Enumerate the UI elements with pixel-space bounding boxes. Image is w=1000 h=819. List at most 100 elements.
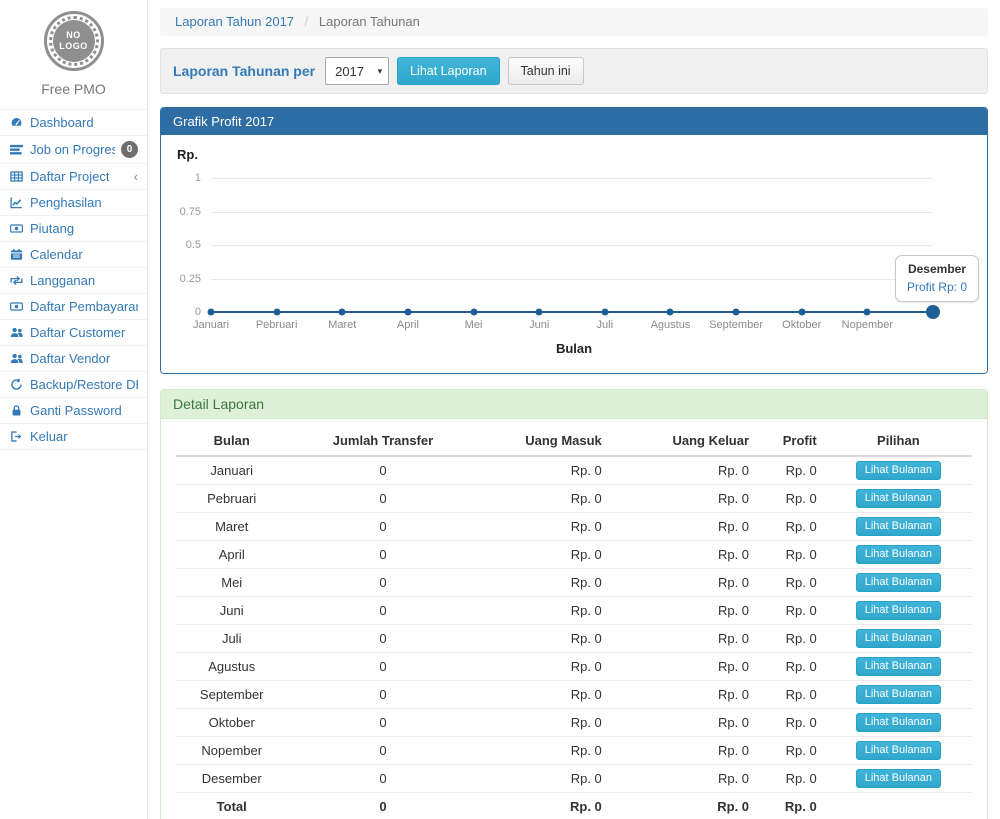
sidebar-item-label: Calendar: [30, 247, 83, 262]
view-monthly-button-agustus[interactable]: Lihat Bulanan: [856, 657, 941, 676]
cell-jumlah-transfer: 0: [287, 709, 478, 737]
filter-label: Laporan Tahunan per: [173, 63, 315, 79]
sidebar-item-label: Daftar Project: [30, 169, 109, 184]
view-monthly-button-juli[interactable]: Lihat Bulanan: [856, 629, 941, 648]
sidebar-item-backup-restore-db[interactable]: Backup/Restore DB: [0, 372, 147, 398]
breadcrumb: Laporan Tahun 2017 / Laporan Tahunan: [160, 8, 988, 36]
sign-out-icon: [9, 430, 24, 443]
cell-jumlah-transfer: 0: [287, 541, 478, 569]
cell-pilihan: Lihat Bulanan: [825, 456, 972, 485]
chart-tooltip: Desember Profit Rp: 0: [895, 255, 979, 302]
main-layout: NO LOGO Free PMO DashboardJob on Progres…: [0, 0, 1000, 819]
cell-profit: Rp. 0: [757, 569, 825, 597]
view-monthly-button-pebruari[interactable]: Lihat Bulanan: [856, 489, 941, 508]
cell-uang-masuk: Rp. 0: [478, 541, 609, 569]
cell-uang-keluar: Rp. 0: [610, 456, 757, 485]
table-row-pebruari: Pebruari0Rp. 0Rp. 0Rp. 0Lihat Bulanan: [176, 485, 972, 513]
report-filter-bar: Laporan Tahunan per 2017 ▾ Lihat Laporan…: [160, 48, 988, 94]
this-year-button[interactable]: Tahun ini: [508, 57, 584, 85]
x-tick-label: April: [397, 319, 419, 331]
chart-body: Rp. 10.750.50.250 JanuariPebruariMaretAp…: [161, 135, 987, 373]
cell-jumlah-transfer: 0: [287, 681, 478, 709]
tooltip-title: Desember: [907, 262, 967, 276]
cell-uang-masuk: Rp. 0: [478, 456, 609, 485]
total-cell-bulan: Total: [176, 793, 287, 819]
sidebar-item-job-on-progress[interactable]: Job on Progress0: [0, 136, 147, 164]
logo-text-line1: NO: [66, 30, 81, 41]
cell-pilihan: Lihat Bulanan: [825, 569, 972, 597]
cell-pilihan: Lihat Bulanan: [825, 709, 972, 737]
breadcrumb-current: Laporan Tahunan: [319, 14, 420, 29]
detail-report-panel: Detail Laporan BulanJumlah TransferUang …: [160, 389, 988, 819]
sidebar-item-calendar[interactable]: Calendar: [0, 242, 147, 268]
y-tick-label: 1: [195, 172, 201, 184]
year-select-value: 2017: [335, 64, 364, 79]
cell-uang-keluar: Rp. 0: [610, 709, 757, 737]
sidebar: NO LOGO Free PMO DashboardJob on Progres…: [0, 0, 148, 819]
cell-uang-masuk: Rp. 0: [478, 569, 609, 597]
cell-bulan: Maret: [176, 513, 287, 541]
cell-bulan: Mei: [176, 569, 287, 597]
cell-uang-keluar: Rp. 0: [610, 485, 757, 513]
view-monthly-button-juni[interactable]: Lihat Bulanan: [856, 601, 941, 620]
sidebar-item-label: Piutang: [30, 221, 74, 236]
cell-pilihan: Lihat Bulanan: [825, 541, 972, 569]
breadcrumb-link[interactable]: Laporan Tahun 2017: [175, 14, 294, 29]
sidebar-item-langganan[interactable]: Langganan: [0, 268, 147, 294]
cell-uang-keluar: Rp. 0: [610, 541, 757, 569]
sidebar-item-daftar-pembayaran[interactable]: Daftar Pembayaran: [0, 294, 147, 320]
cell-jumlah-transfer: 0: [287, 513, 478, 541]
view-monthly-button-januari[interactable]: Lihat Bulanan: [856, 461, 941, 480]
table-row-januari: Januari0Rp. 0Rp. 0Rp. 0Lihat Bulanan: [176, 456, 972, 485]
y-tick-label: 0.75: [180, 206, 201, 218]
column-header-bulan: Bulan: [176, 427, 287, 456]
sidebar-item-piutang[interactable]: Piutang: [0, 216, 147, 242]
cell-profit: Rp. 0: [757, 597, 825, 625]
cell-pilihan: Lihat Bulanan: [825, 765, 972, 793]
cell-uang-keluar: Rp. 0: [610, 681, 757, 709]
cell-pilihan: Lihat Bulanan: [825, 597, 972, 625]
tooltip-value: Profit Rp: 0: [907, 280, 967, 294]
view-monthly-button-mei[interactable]: Lihat Bulanan: [856, 573, 941, 592]
cell-pilihan: Lihat Bulanan: [825, 681, 972, 709]
view-monthly-button-april[interactable]: Lihat Bulanan: [856, 545, 941, 564]
cell-uang-masuk: Rp. 0: [478, 681, 609, 709]
cell-bulan: April: [176, 541, 287, 569]
chart-panel-title: Grafik Profit 2017: [161, 108, 987, 135]
sidebar-item-daftar-customer[interactable]: Daftar Customer: [0, 320, 147, 346]
x-tick-label: Nopember: [842, 319, 893, 331]
cell-uang-keluar: Rp. 0: [610, 765, 757, 793]
cell-bulan: Januari: [176, 456, 287, 485]
sidebar-item-daftar-vendor[interactable]: Daftar Vendor: [0, 346, 147, 372]
view-monthly-button-september[interactable]: Lihat Bulanan: [856, 685, 941, 704]
cell-profit: Rp. 0: [757, 513, 825, 541]
logo-text-line2: LOGO: [59, 41, 88, 52]
y-tick-label: 0.5: [186, 239, 201, 251]
view-monthly-button-oktober[interactable]: Lihat Bulanan: [856, 713, 941, 732]
cell-uang-masuk: Rp. 0: [478, 765, 609, 793]
cell-jumlah-transfer: 0: [287, 737, 478, 765]
sidebar-item-label: Keluar: [30, 429, 68, 444]
detail-panel-title: Detail Laporan: [161, 390, 987, 419]
tasks-icon: [9, 143, 24, 156]
cell-profit: Rp. 0: [757, 625, 825, 653]
sidebar-item-penghasilan[interactable]: Penghasilan: [0, 190, 147, 216]
sidebar-item-ganti-password[interactable]: Ganti Password: [0, 398, 147, 424]
view-monthly-button-nopember[interactable]: Lihat Bulanan: [856, 741, 941, 760]
view-report-button[interactable]: Lihat Laporan: [397, 57, 499, 85]
sidebar-item-keluar[interactable]: Keluar: [0, 424, 147, 450]
table-row-juni: Juni0Rp. 0Rp. 0Rp. 0Lihat Bulanan: [176, 597, 972, 625]
sidebar-item-dashboard[interactable]: Dashboard: [0, 110, 147, 136]
sidebar-item-daftar-project[interactable]: Daftar Project‹: [0, 164, 147, 190]
column-header-pilihan: Pilihan: [825, 427, 972, 456]
view-monthly-button-desember[interactable]: Lihat Bulanan: [856, 769, 941, 788]
view-monthly-button-maret[interactable]: Lihat Bulanan: [856, 517, 941, 536]
table-row-nopember: Nopember0Rp. 0Rp. 0Rp. 0Lihat Bulanan: [176, 737, 972, 765]
profit-chart-panel: Grafik Profit 2017 Rp. 10.750.50.250 Jan…: [160, 107, 988, 374]
cell-pilihan: Lihat Bulanan: [825, 485, 972, 513]
no-logo-badge: NO LOGO: [44, 11, 104, 71]
sidebar-item-label: Backup/Restore DB: [30, 377, 138, 392]
x-tick-label: September: [709, 319, 763, 331]
table-row-oktober: Oktober0Rp. 0Rp. 0Rp. 0Lihat Bulanan: [176, 709, 972, 737]
year-select[interactable]: 2017 ▾: [325, 57, 389, 85]
